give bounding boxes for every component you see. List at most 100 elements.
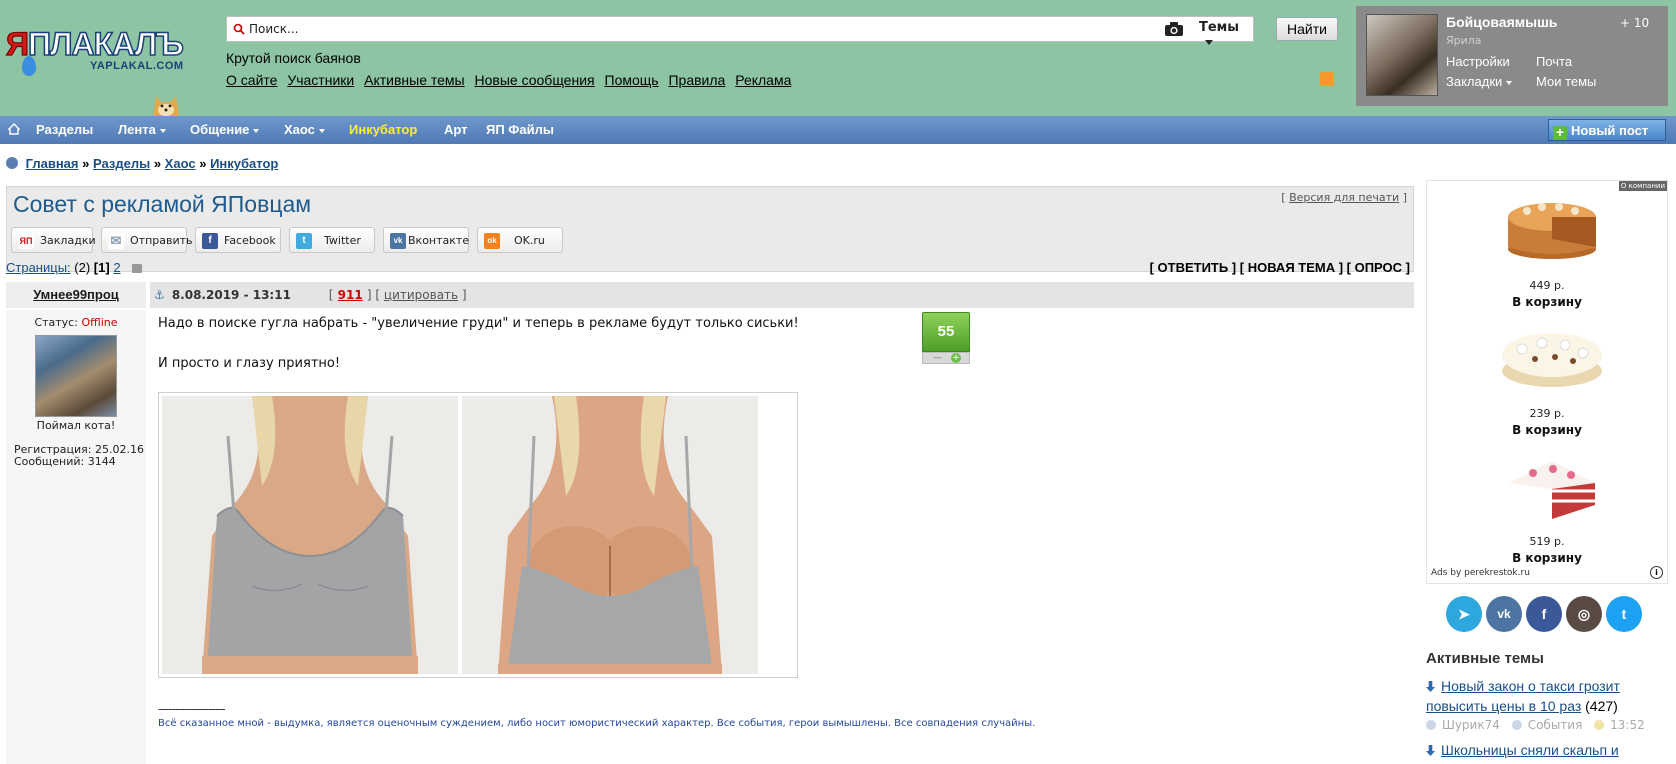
user-panel: Бойцоваямышь Ярила Настройки Почта Закла… [1356,6,1668,106]
camera-icon[interactable] [1165,22,1183,36]
quote-link[interactable]: цитировать [384,288,458,302]
rss-icon[interactable] [1320,72,1334,86]
user-rank: Ярила [1446,34,1482,47]
breadcrumb: Главная » Разделы » Хаос » Инкубатор [6,156,278,171]
active-topic-section[interactable]: События [1528,718,1583,732]
nav-incubator[interactable]: Инкубатор [349,122,417,137]
settings-link[interactable]: Настройки [1446,54,1510,69]
current-page: [1] [93,260,110,275]
post-number[interactable]: 911 [338,288,363,302]
nav-chaos[interactable]: Хаос [284,122,325,137]
share-facebook-button[interactable]: f Facebook [195,227,281,253]
instagram-icon[interactable]: ◎ [1566,596,1602,632]
telegram-icon[interactable]: ➤ [1446,596,1482,632]
twitter-icon[interactable]: t [1606,596,1642,632]
notification-icons[interactable]: + 10 [1620,16,1649,30]
top-nav-new-messages[interactable]: Новые сообщения [475,72,595,88]
top-nav-ads[interactable]: Реклама [735,72,791,88]
post-header: Умнее99проц ⚓ 8.08.2019 - 13:11 [ 911 ] … [6,282,1414,308]
share-ok-button[interactable]: ok OK.ru [477,227,563,253]
topic-actions[interactable]: [ ОТВЕТИТЬ ] [ НОВАЯ ТЕМА ] [ ОПРОС ] [1150,260,1410,275]
add-to-cart-button[interactable]: В корзину [1427,551,1667,565]
product-price: 449 р. [1529,279,1565,292]
my-topics-link[interactable]: Мои темы [1536,74,1596,89]
post-author-link[interactable]: Умнее99проц [33,287,119,302]
share-bookmarks-button[interactable]: ЯП Закладки [11,227,96,253]
bookmarks-dropdown[interactable]: Закладки [1446,74,1513,89]
nav-files[interactable]: ЯП Файлы [486,122,554,137]
top-nav-help[interactable]: Помощь [605,72,659,88]
ok-icon: ok [484,233,500,249]
ad-company-link[interactable]: О компании [1618,181,1667,191]
top-nav-about[interactable]: О сайте [226,72,277,88]
home-icon[interactable] [8,123,20,135]
site-header: ЯПЛАКАЛЪ YAPLAKAL.COM Темы Найти Крутой … [0,0,1676,116]
nav-files-label: ЯП Файлы [486,122,554,137]
search-scope-dropdown[interactable]: Темы [1199,20,1253,50]
search-input[interactable] [249,19,1129,39]
cake-image [1508,203,1596,259]
new-post-button[interactable]: + Новый пост [1548,119,1666,141]
product-price: 239 р. [1529,407,1565,420]
add-to-cart-button[interactable]: В корзину [1427,295,1667,309]
add-to-cart-button[interactable]: В корзину [1427,423,1667,437]
site-logo[interactable]: ЯПЛАКАЛЪ YAPLAKAL.COM [5,25,206,86]
post-date: 8.08.2019 - 13:11 [171,288,291,302]
rating-score: 55 [922,312,970,352]
post-meta: ⚓ 8.08.2019 - 13:11 [ 911 ] [ цитировать… [150,282,1414,308]
tagline-link[interactable]: Крутой поиск баянов [226,50,361,66]
post-author: Умнее99проц [6,282,146,308]
ad-source[interactable]: Ads by perekrestok.ru [1431,568,1530,578]
active-topic-time: 13:52 [1610,718,1645,732]
share-send-button[interactable]: ✉ Отправить [101,227,193,253]
user-avatar[interactable] [1366,14,1438,96]
breadcrumb-incubator[interactable]: Инкубатор [210,156,278,171]
pages-label[interactable]: Страницы: [6,260,71,275]
plus-icon[interactable]: + [951,353,961,363]
mail-icon-glyph: ✉ [110,233,122,248]
vk-icon-glyph: vk [393,236,403,245]
share-twitter-button[interactable]: t Twitter [289,227,375,253]
nav-communication[interactable]: Общение [190,122,260,137]
ok-icon-glyph: ok [487,236,497,245]
facebook-icon-glyph: f [1541,606,1547,622]
message-count: Сообщений: 3144 [14,455,116,468]
pagination: Страницы: (2) [1] 2 [6,260,143,275]
chevron-down-icon [318,128,325,133]
chevron-down-icon [159,128,166,133]
search-scope-label: Темы [1199,20,1240,35]
share-vk-button[interactable]: vk Вконтакте [383,227,469,253]
post-image[interactable] [158,392,798,678]
mail-link[interactable]: Почта [1536,54,1572,69]
user-name[interactable]: Бойцоваямышь [1446,14,1557,30]
vk-icon[interactable]: vk [1486,596,1522,632]
rating-controls: — + [922,352,970,364]
facebook-icon[interactable]: f [1526,596,1562,632]
nav-art[interactable]: Арт [444,122,468,137]
author-avatar[interactable] [35,335,117,417]
breadcrumb-home[interactable]: Главная [26,156,79,171]
top-nav-rules[interactable]: Правила [668,72,725,88]
print-version-link[interactable]: Версия для печати [1289,191,1399,204]
nav-sections[interactable]: Разделы [36,122,93,137]
nav-feed[interactable]: Лента [118,122,166,137]
status-label: Статус: [34,316,78,329]
anchor-icon[interactable]: ⚓ [154,282,166,308]
minus-icon[interactable]: — [933,353,942,363]
top-nav-members[interactable]: Участники [287,72,354,88]
active-topic-item: Школьницы сняли скальп и [1426,740,1668,760]
search-bar: Темы [226,16,1254,45]
breadcrumb-sections[interactable]: Разделы [93,156,150,171]
active-topic-link[interactable]: Школьницы сняли скальп и [1441,742,1619,758]
breadcrumb-chaos[interactable]: Хаос [165,156,196,171]
topic-container: Совет с рекламой ЯПовцам [ Версия для пе… [6,186,1414,764]
nav-incubator-label: Инкубатор [349,122,418,137]
info-icon[interactable]: i [1650,566,1663,579]
search-button[interactable]: Найти [1276,17,1338,41]
post-text-line: И просто и глазу приятно! [158,356,341,371]
bookmarks-label: Закладки [1446,74,1503,89]
active-topic-author[interactable]: Шурик74 [1442,718,1500,732]
top-nav-active-topics[interactable]: Активные темы [364,72,465,88]
page-2-link[interactable]: 2 [113,260,120,275]
signature-separator: -------------------- [158,702,226,716]
